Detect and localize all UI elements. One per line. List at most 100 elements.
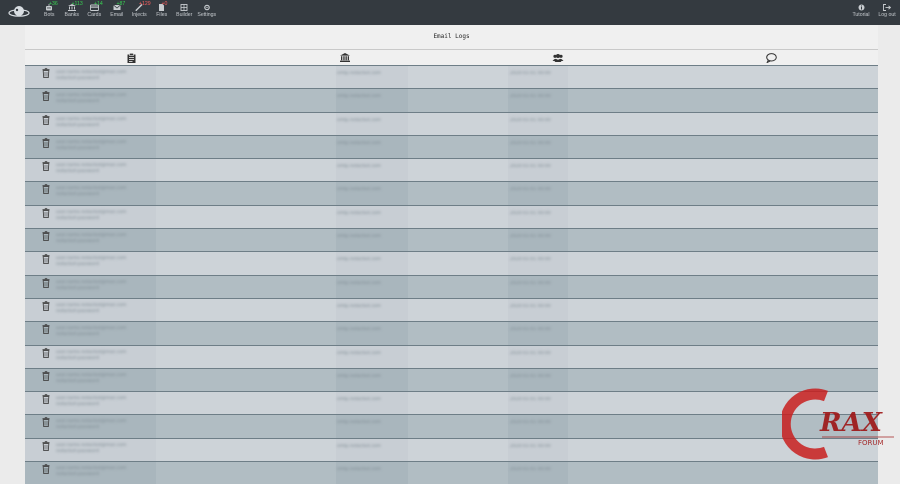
- cell-band: [408, 135, 508, 159]
- builder-icon: [173, 4, 196, 11]
- date-cell: 2020-01-01 00:00: [510, 467, 551, 473]
- host-cell: smtp.redacted.com: [337, 280, 381, 286]
- date-cell: 2020-01-01 00:00: [510, 234, 551, 240]
- tab-banks[interactable]: [238, 50, 451, 65]
- email-password: redacted-password: [56, 448, 99, 454]
- trash-icon[interactable]: [42, 277, 50, 288]
- nav-item-count-badge: +129: [139, 1, 151, 7]
- right-nav: Tutorial Log out: [848, 0, 900, 25]
- host-cell: smtp.redacted.com: [337, 327, 381, 333]
- trash-icon[interactable]: [42, 231, 50, 242]
- email-password: redacted-password: [56, 378, 99, 384]
- table-row: user.name.redacted@mail.com redacted-pass…: [25, 111, 878, 135]
- cell-band: [408, 368, 508, 392]
- tutorial-icon: [848, 4, 874, 11]
- table-row: user.name.redacted@mail.com redacted-pass…: [25, 391, 878, 415]
- cell-band: [408, 112, 508, 135]
- trash-icon[interactable]: [42, 417, 50, 428]
- trash-icon[interactable]: [42, 207, 50, 218]
- email-password: redacted-password: [56, 425, 99, 431]
- tab-chat[interactable]: [665, 50, 878, 65]
- trash-icon[interactable]: [42, 254, 50, 265]
- email-cell: user.name.redacted@mail.com redacted-pass…: [56, 140, 156, 152]
- email-cell: user.name.redacted@mail.com redacted-pass…: [56, 466, 156, 478]
- table-row: user.name.redacted@mail.com redacted-pass…: [25, 251, 878, 275]
- host-cell: smtp.redacted.com: [337, 373, 381, 379]
- cell-band: [568, 345, 878, 368]
- cell-band: [408, 415, 508, 438]
- cell-band: [408, 438, 508, 462]
- tab-logs[interactable]: [25, 50, 238, 65]
- bank-icon: [339, 53, 350, 62]
- trash-icon[interactable]: [42, 184, 50, 195]
- email-password: redacted-password: [56, 332, 99, 338]
- trash-icon[interactable]: [42, 301, 50, 311]
- trash-icon[interactable]: [42, 68, 50, 78]
- cell-band: [568, 252, 878, 275]
- host-cell: smtp.redacted.com: [337, 117, 381, 123]
- page-title: Email Logs: [433, 33, 470, 40]
- planet-logo-icon[interactable]: [8, 3, 30, 21]
- nav-item-count-badge: +87: [116, 1, 126, 7]
- email-cell: user.name.redacted@mail.com redacted-pass…: [56, 443, 156, 455]
- cell-band: [156, 392, 336, 415]
- cell-band: [568, 275, 878, 298]
- host-cell: smtp.redacted.com: [337, 94, 381, 100]
- tab-users[interactable]: [452, 50, 665, 65]
- table-row: user.name.redacted@mail.com redacted-pass…: [25, 297, 878, 322]
- trash-icon[interactable]: [42, 347, 50, 358]
- cell-band: [156, 415, 336, 438]
- cell-band: [156, 182, 336, 205]
- trash-icon[interactable]: [42, 394, 50, 405]
- table-row: user.name.redacted@mail.com redacted-pass…: [25, 321, 878, 345]
- cell-band: [156, 229, 336, 252]
- cell-band: [568, 298, 878, 322]
- trash-icon[interactable]: [42, 91, 50, 102]
- cell-band: [408, 89, 508, 112]
- cell-band: [156, 205, 336, 229]
- nav-item-log-out[interactable]: Log out: [874, 0, 900, 25]
- email-cell: user.name.redacted@mail.com redacted-pass…: [56, 210, 156, 222]
- cell-band: [156, 345, 336, 368]
- email-cell: user.name.redacted@mail.com redacted-pass…: [56, 93, 156, 105]
- cell-band: [408, 322, 508, 345]
- host-cell: smtp.redacted.com: [337, 420, 381, 426]
- email-password: redacted-password: [56, 239, 99, 245]
- email-password: redacted-password: [56, 262, 99, 268]
- date-cell: 2020-01-01 00:00: [510, 327, 551, 333]
- trash-icon[interactable]: [42, 371, 50, 381]
- host-cell: smtp.redacted.com: [337, 467, 381, 473]
- watermark-sub-text: FORUM: [858, 439, 884, 447]
- date-cell: 2020-01-01 00:00: [510, 280, 551, 286]
- trash-icon[interactable]: [42, 161, 50, 172]
- clipboard-icon: [127, 52, 136, 63]
- tab-bar: [25, 49, 878, 65]
- trash-icon[interactable]: [42, 114, 50, 125]
- date-cell: 2020-01-01 00:00: [510, 303, 551, 309]
- date-cell: 2020-01-01 00:00: [510, 350, 551, 356]
- trash-icon[interactable]: [42, 138, 50, 148]
- date-cell: 2020-01-01 00:00: [510, 71, 551, 76]
- date-cell: 2020-01-01 00:00: [510, 373, 551, 379]
- trash-icon[interactable]: [42, 440, 50, 451]
- cell-band: [156, 275, 336, 298]
- cell-band: [408, 275, 508, 298]
- trash-icon[interactable]: [42, 464, 50, 475]
- cell-band: [408, 345, 508, 368]
- host-cell: smtp.redacted.com: [337, 210, 381, 216]
- host-cell: smtp.redacted.com: [337, 140, 381, 146]
- cell-band: [156, 368, 336, 392]
- host-cell: smtp.redacted.com: [337, 303, 381, 309]
- email-password: redacted-password: [56, 169, 99, 175]
- trash-icon[interactable]: [42, 324, 50, 335]
- cell-band: [568, 159, 878, 182]
- cell-band: [408, 298, 508, 322]
- cell-band: [156, 322, 336, 345]
- nav-item-settings[interactable]: Settings: [196, 0, 219, 25]
- email-password: redacted-password: [56, 308, 99, 314]
- cell-band: [568, 229, 878, 252]
- nav-item-count-badge: +113: [71, 1, 83, 7]
- email-cell: user.name.redacted@mail.com redacted-pass…: [56, 117, 156, 129]
- email-password: redacted-password: [56, 122, 99, 128]
- table-row: user.name.redacted@mail.com redacted-pass…: [25, 88, 878, 112]
